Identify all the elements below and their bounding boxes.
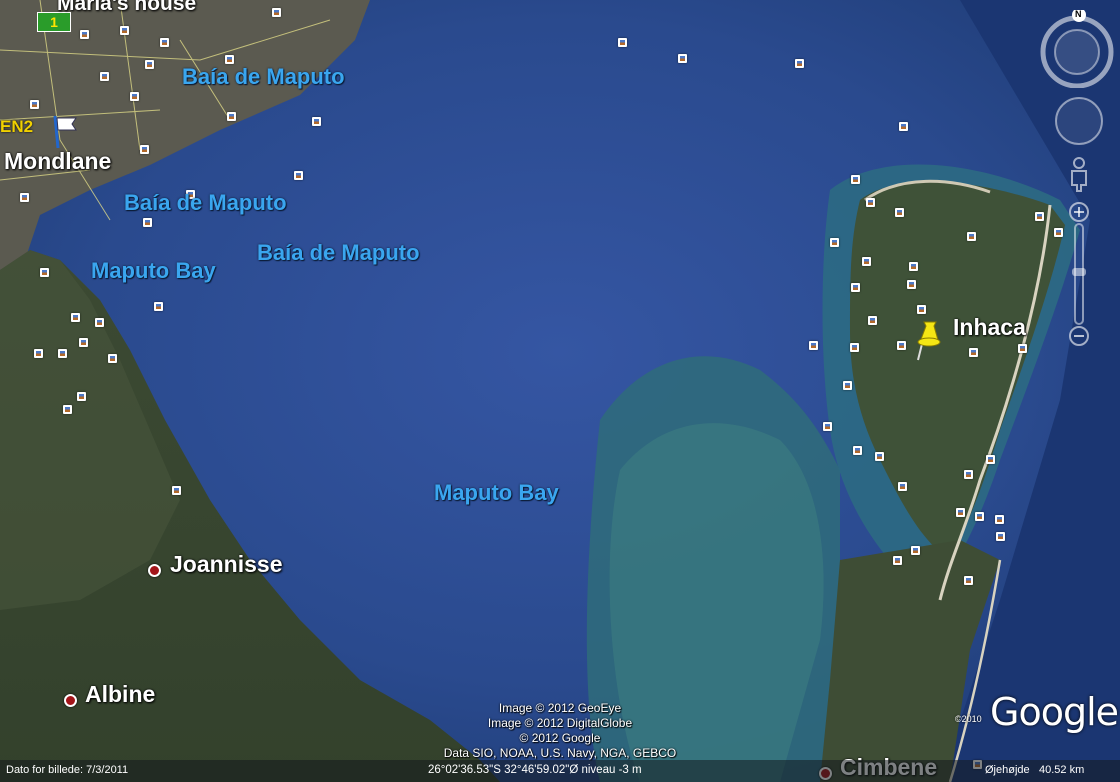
street-view-pegman-icon[interactable] [1068, 157, 1090, 198]
photo-marker-icon[interactable] [895, 208, 904, 217]
label-mondlane[interactable]: Mondlane [4, 148, 111, 175]
photo-marker-icon[interactable] [851, 283, 860, 292]
photo-marker-icon[interactable] [227, 112, 236, 121]
photo-marker-icon[interactable] [830, 238, 839, 247]
photo-marker-icon[interactable] [917, 305, 926, 314]
photo-marker-icon[interactable] [911, 546, 920, 555]
map-view[interactable]: 1 Maria's house EN2 Mondlane Baía de Map… [0, 0, 1120, 782]
photo-marker-icon[interactable] [80, 30, 89, 39]
photo-marker-icon[interactable] [58, 349, 67, 358]
label-baia-de-maputo-2[interactable]: Baía de Maputo [124, 190, 287, 216]
north-letter: N [1075, 9, 1082, 19]
label-joannisse[interactable]: Joannisse [170, 551, 283, 578]
status-bar: Dato for billede: 7/3/2011 26°02'36.53"S… [0, 760, 1120, 782]
photo-marker-icon[interactable] [893, 556, 902, 565]
photo-marker-icon[interactable] [862, 257, 871, 266]
look-control[interactable] [1054, 96, 1104, 151]
photo-marker-icon[interactable] [95, 318, 104, 327]
photo-marker-icon[interactable] [294, 171, 303, 180]
photo-marker-icon[interactable] [907, 280, 916, 289]
photo-marker-icon[interactable] [71, 313, 80, 322]
photo-marker-icon[interactable] [140, 145, 149, 154]
photo-marker-icon[interactable] [969, 348, 978, 357]
photo-marker-icon[interactable] [145, 60, 154, 69]
compass-control[interactable]: N [1038, 8, 1116, 93]
attribution-line: © 2012 Google [519, 731, 601, 745]
photo-marker-icon[interactable] [154, 302, 163, 311]
label-baia-de-maputo-3[interactable]: Baía de Maputo [257, 240, 420, 266]
zoom-slider[interactable] [1068, 200, 1090, 355]
photo-marker-icon[interactable] [956, 508, 965, 517]
photo-marker-icon[interactable] [967, 232, 976, 241]
photo-marker-icon[interactable] [868, 316, 877, 325]
photo-marker-icon[interactable] [79, 338, 88, 347]
photo-marker-icon[interactable] [1054, 228, 1063, 237]
photo-marker-icon[interactable] [108, 354, 117, 363]
image-date: Dato for billede: 7/3/2011 [6, 764, 129, 776]
eye-altitude-label: Øjehøjde [985, 764, 1030, 776]
photo-marker-icon[interactable] [225, 55, 234, 64]
place-dot-icon[interactable] [148, 564, 161, 577]
label-maputo-bay-left[interactable]: Maputo Bay [91, 258, 216, 284]
photo-marker-icon[interactable] [909, 262, 918, 271]
photo-marker-icon[interactable] [312, 117, 321, 126]
photo-marker-icon[interactable] [120, 26, 129, 35]
photo-marker-icon[interactable] [30, 100, 39, 109]
photo-marker-icon[interactable] [1035, 212, 1044, 221]
photo-marker-icon[interactable] [172, 486, 181, 495]
photo-marker-icon[interactable] [618, 38, 627, 47]
photo-marker-icon[interactable] [795, 59, 804, 68]
photo-marker-icon[interactable] [77, 392, 86, 401]
satellite-imagery [0, 0, 1120, 782]
photo-marker-icon[interactable] [40, 268, 49, 277]
photo-marker-icon[interactable] [63, 405, 72, 414]
photo-marker-icon[interactable] [20, 193, 29, 202]
photo-marker-icon[interactable] [130, 92, 139, 101]
label-en2: EN2 [0, 117, 34, 136]
photo-marker-icon[interactable] [995, 515, 1004, 524]
copyright-year: ©2010 [955, 714, 982, 724]
photo-marker-icon[interactable] [964, 576, 973, 585]
label-maputo-bay-center[interactable]: Maputo Bay [434, 480, 559, 506]
photo-marker-icon[interactable] [986, 455, 995, 464]
pointer-coordinates: 26°02'36.53"S 32°46'59.02"Ø niveau -3 m [428, 764, 642, 776]
photo-marker-icon[interactable] [34, 349, 43, 358]
photo-marker-icon[interactable] [1018, 344, 1027, 353]
yellow-pushpin-icon[interactable] [914, 320, 944, 367]
place-dot-icon[interactable] [64, 694, 77, 707]
photo-marker-icon[interactable] [964, 470, 973, 479]
label-albine[interactable]: Albine [85, 681, 155, 708]
photo-marker-icon[interactable] [843, 381, 852, 390]
photo-marker-icon[interactable] [899, 122, 908, 131]
photo-marker-icon[interactable] [272, 8, 281, 17]
photo-marker-icon[interactable] [160, 38, 169, 47]
photo-marker-icon[interactable] [851, 175, 860, 184]
photo-marker-icon[interactable] [975, 512, 984, 521]
attribution-line: Image © 2012 DigitalGlobe [487, 716, 633, 730]
photo-marker-icon[interactable] [850, 343, 859, 352]
eye-altitude-value: 40.52 km [1039, 764, 1085, 776]
label-marias-house[interactable]: Maria's house [57, 0, 196, 16]
photo-marker-icon[interactable] [853, 446, 862, 455]
photo-marker-icon[interactable] [100, 72, 109, 81]
label-inhaca[interactable]: Inhaca [953, 314, 1026, 341]
photo-marker-icon[interactable] [809, 341, 818, 350]
photo-marker-icon[interactable] [823, 422, 832, 431]
photo-marker-icon[interactable] [678, 54, 687, 63]
photo-marker-icon[interactable] [996, 532, 1005, 541]
photo-marker-icon[interactable] [866, 198, 875, 207]
photo-marker-icon[interactable] [897, 341, 906, 350]
photo-marker-icon[interactable] [898, 482, 907, 491]
label-baia-de-maputo-1[interactable]: Baía de Maputo [182, 64, 345, 90]
photo-marker-icon[interactable] [143, 218, 152, 227]
imagery-attribution: Image © 2012 GeoEye Image © 2012 Digital… [430, 701, 690, 761]
photo-marker-icon[interactable] [875, 452, 884, 461]
attribution-line: Image © 2012 GeoEye [498, 701, 622, 715]
google-logo: Google [990, 690, 1119, 734]
attribution-line: Data SIO, NOAA, U.S. Navy, NGA, GEBCO [443, 746, 677, 760]
